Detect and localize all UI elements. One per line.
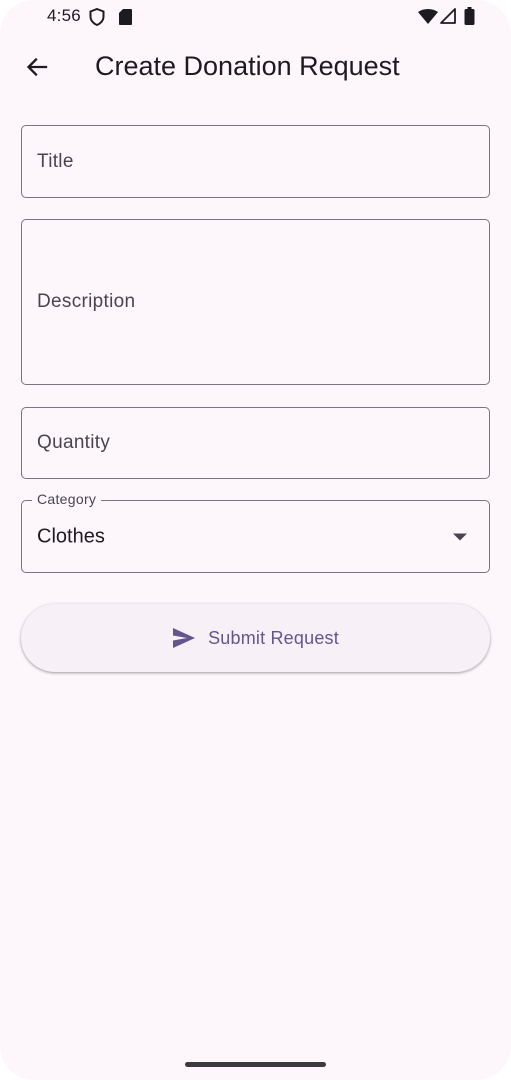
- description-field-label: Description: [37, 291, 136, 312]
- shield-icon: [89, 8, 105, 26]
- gesture-navigation-bar[interactable]: [185, 1062, 326, 1067]
- submit-request-label: Submit Request: [208, 627, 339, 648]
- arrow-left-icon: [26, 57, 48, 77]
- category-select[interactable]: Category Clothes: [21, 491, 490, 573]
- quantity-field[interactable]: Quantity: [21, 407, 490, 479]
- quantity-field-label: Quantity: [37, 432, 111, 453]
- battery-icon: [464, 7, 475, 25]
- category-label: Category: [32, 491, 102, 507]
- wifi-icon: [418, 9, 438, 24]
- status-time: 4:56: [47, 6, 81, 25]
- page-title: Create Donation Request: [95, 51, 400, 81]
- screen: 4:56 Create Donation Request Title Descr…: [0, 0, 511, 1080]
- submit-request-button[interactable]: Submit Request: [21, 604, 490, 672]
- category-selected-value: Clothes: [37, 525, 105, 547]
- title-field-label: Title: [37, 150, 74, 172]
- send-icon: [173, 628, 196, 648]
- app-bar: Create Donation Request: [0, 34, 511, 100]
- cellular-signal-icon: [440, 8, 456, 24]
- dropdown-arrow-icon: [453, 533, 467, 540]
- back-button[interactable]: [14, 44, 60, 90]
- description-field[interactable]: Description: [21, 219, 490, 385]
- sd-card-icon: [119, 9, 132, 25]
- status-bar: 4:56: [0, 0, 511, 34]
- title-field[interactable]: Title: [21, 125, 490, 198]
